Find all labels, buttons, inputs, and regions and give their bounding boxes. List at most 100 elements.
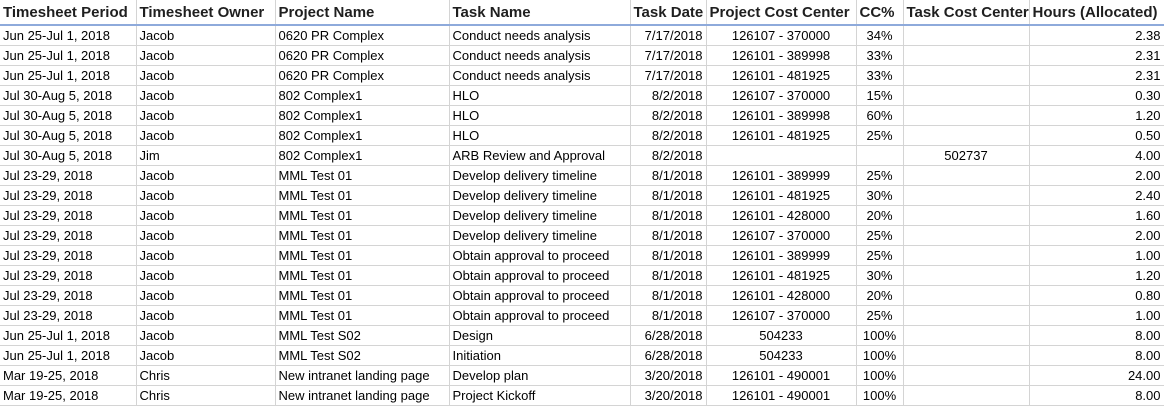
- cell-project-name[interactable]: MML Test 01: [275, 205, 450, 226]
- table-row[interactable]: Jul 23-29, 2018 Jacob MML Test 01 Develop d…: [0, 225, 1164, 246]
- cell-timesheet-period[interactable]: Jun 25-Jul 1, 2018: [0, 345, 137, 366]
- cell-hours-allocated[interactable]: 1.20: [1029, 105, 1164, 126]
- cell-task-cost-center[interactable]: [903, 265, 1030, 286]
- cell-cc-percent[interactable]: 25%: [856, 165, 904, 186]
- cell-timesheet-owner[interactable]: Jim: [136, 145, 276, 166]
- cell-timesheet-owner[interactable]: Jacob: [136, 265, 276, 286]
- cell-task-date[interactable]: 8/1/2018: [630, 165, 707, 186]
- cell-project-cost-center[interactable]: 126101 - 389998: [706, 105, 857, 126]
- cell-task-name[interactable]: Conduct needs analysis: [449, 45, 631, 66]
- cell-project-cost-center[interactable]: 126101 - 481925: [706, 185, 857, 206]
- cell-task-name[interactable]: HLO: [449, 125, 631, 146]
- cell-project-cost-center[interactable]: 126101 - 481925: [706, 125, 857, 146]
- cell-project-cost-center[interactable]: 126101 - 481925: [706, 65, 857, 86]
- cell-project-cost-center[interactable]: 126101 - 389998: [706, 45, 857, 66]
- cell-task-cost-center[interactable]: [903, 205, 1030, 226]
- header-task-name[interactable]: Task Name: [449, 0, 631, 26]
- cell-timesheet-owner[interactable]: Jacob: [136, 345, 276, 366]
- cell-project-cost-center[interactable]: [706, 145, 857, 166]
- cell-cc-percent[interactable]: 15%: [856, 85, 904, 106]
- table-row[interactable]: Jun 25-Jul 1, 2018 Jacob MML Test S02 Desig…: [0, 325, 1164, 346]
- table-row[interactable]: Mar 19-25, 2018 Chris New intranet landing…: [0, 385, 1164, 406]
- header-task-date[interactable]: Task Date: [630, 0, 707, 26]
- cell-timesheet-owner[interactable]: Jacob: [136, 125, 276, 146]
- cell-task-name[interactable]: Project Kickoff: [449, 385, 631, 406]
- cell-timesheet-period[interactable]: Jul 23-29, 2018: [0, 165, 137, 186]
- cell-task-cost-center[interactable]: [903, 45, 1030, 66]
- cell-timesheet-period[interactable]: Jun 25-Jul 1, 2018: [0, 45, 137, 66]
- cell-timesheet-owner[interactable]: Jacob: [136, 105, 276, 126]
- cell-cc-percent[interactable]: 20%: [856, 285, 904, 306]
- header-hours-allocated[interactable]: Hours (Allocated): [1029, 0, 1164, 26]
- cell-timesheet-owner[interactable]: Jacob: [136, 245, 276, 266]
- cell-task-cost-center[interactable]: [903, 165, 1030, 186]
- cell-timesheet-owner[interactable]: Jacob: [136, 205, 276, 226]
- cell-task-name[interactable]: Obtain approval to proceed: [449, 265, 631, 286]
- table-row[interactable]: Jul 23-29, 2018 Jacob MML Test 01 Obtain ap…: [0, 305, 1164, 326]
- cell-project-cost-center[interactable]: 126107 - 370000: [706, 225, 857, 246]
- cell-timesheet-period[interactable]: Mar 19-25, 2018: [0, 385, 137, 406]
- cell-task-name[interactable]: ARB Review and Approval: [449, 145, 631, 166]
- cell-timesheet-period[interactable]: Jul 23-29, 2018: [0, 305, 137, 326]
- cell-timesheet-owner[interactable]: Jacob: [136, 65, 276, 86]
- cell-task-name[interactable]: HLO: [449, 105, 631, 126]
- cell-hours-allocated[interactable]: 2.00: [1029, 225, 1164, 246]
- table-row[interactable]: Jul 23-29, 2018 Jacob MML Test 01 Develop d…: [0, 205, 1164, 226]
- cell-task-date[interactable]: 7/17/2018: [630, 65, 707, 86]
- cell-task-cost-center[interactable]: [903, 185, 1030, 206]
- cell-task-date[interactable]: 7/17/2018: [630, 25, 707, 46]
- cell-timesheet-period[interactable]: Jul 30-Aug 5, 2018: [0, 145, 137, 166]
- table-row[interactable]: Jul 30-Aug 5, 2018 Jacob 802 Complex1 HLO 8/…: [0, 85, 1164, 106]
- cell-task-name[interactable]: HLO: [449, 85, 631, 106]
- header-cc-percent[interactable]: CC%: [856, 0, 904, 26]
- cell-hours-allocated[interactable]: 0.50: [1029, 125, 1164, 146]
- cell-timesheet-period[interactable]: Jul 30-Aug 5, 2018: [0, 105, 137, 126]
- cell-project-name[interactable]: MML Test 01: [275, 185, 450, 206]
- cell-task-date[interactable]: 3/20/2018: [630, 385, 707, 406]
- cell-task-cost-center[interactable]: [903, 65, 1030, 86]
- table-row[interactable]: Jul 23-29, 2018 Jacob MML Test 01 Develop d…: [0, 165, 1164, 186]
- cell-task-date[interactable]: 6/28/2018: [630, 325, 707, 346]
- cell-hours-allocated[interactable]: 2.31: [1029, 65, 1164, 86]
- cell-project-name[interactable]: 0620 PR Complex: [275, 45, 450, 66]
- cell-timesheet-period[interactable]: Jun 25-Jul 1, 2018: [0, 325, 137, 346]
- cell-hours-allocated[interactable]: 0.30: [1029, 85, 1164, 106]
- table-row[interactable]: Jun 25-Jul 1, 2018 Jacob MML Test S02 Initi…: [0, 345, 1164, 366]
- cell-task-cost-center[interactable]: [903, 325, 1030, 346]
- cell-project-name[interactable]: MML Test 01: [275, 285, 450, 306]
- cell-project-cost-center[interactable]: 126101 - 428000: [706, 285, 857, 306]
- cell-project-name[interactable]: 0620 PR Complex: [275, 65, 450, 86]
- cell-task-name[interactable]: Design: [449, 325, 631, 346]
- cell-timesheet-owner[interactable]: Jacob: [136, 305, 276, 326]
- cell-timesheet-period[interactable]: Jul 23-29, 2018: [0, 225, 137, 246]
- cell-task-date[interactable]: 8/1/2018: [630, 305, 707, 326]
- cell-cc-percent[interactable]: 100%: [856, 345, 904, 366]
- cell-project-cost-center[interactable]: 126101 - 428000: [706, 205, 857, 226]
- cell-project-name[interactable]: MML Test S02: [275, 325, 450, 346]
- cell-task-cost-center[interactable]: [903, 85, 1030, 106]
- cell-cc-percent[interactable]: 33%: [856, 65, 904, 86]
- cell-task-cost-center[interactable]: [903, 105, 1030, 126]
- cell-cc-percent[interactable]: 25%: [856, 225, 904, 246]
- cell-project-name[interactable]: 802 Complex1: [275, 105, 450, 126]
- cell-cc-percent[interactable]: 25%: [856, 125, 904, 146]
- cell-timesheet-owner[interactable]: Chris: [136, 385, 276, 406]
- cell-project-name[interactable]: New intranet landing page: [275, 365, 450, 386]
- cell-cc-percent[interactable]: 30%: [856, 185, 904, 206]
- cell-timesheet-owner[interactable]: Jacob: [136, 325, 276, 346]
- cell-cc-percent[interactable]: 100%: [856, 325, 904, 346]
- cell-task-date[interactable]: 8/1/2018: [630, 265, 707, 286]
- cell-timesheet-period[interactable]: Jul 30-Aug 5, 2018: [0, 125, 137, 146]
- cell-hours-allocated[interactable]: 24.00: [1029, 365, 1164, 386]
- cell-task-name[interactable]: Develop delivery timeline: [449, 165, 631, 186]
- cell-hours-allocated[interactable]: 1.00: [1029, 245, 1164, 266]
- cell-hours-allocated[interactable]: 2.38: [1029, 25, 1164, 46]
- cell-hours-allocated[interactable]: 0.80: [1029, 285, 1164, 306]
- cell-timesheet-period[interactable]: Mar 19-25, 2018: [0, 365, 137, 386]
- cell-task-date[interactable]: 8/1/2018: [630, 285, 707, 306]
- cell-timesheet-owner[interactable]: Jacob: [136, 85, 276, 106]
- cell-project-cost-center[interactable]: 126101 - 389999: [706, 245, 857, 266]
- cell-cc-percent[interactable]: 25%: [856, 305, 904, 326]
- cell-task-date[interactable]: 8/1/2018: [630, 205, 707, 226]
- cell-cc-percent[interactable]: 33%: [856, 45, 904, 66]
